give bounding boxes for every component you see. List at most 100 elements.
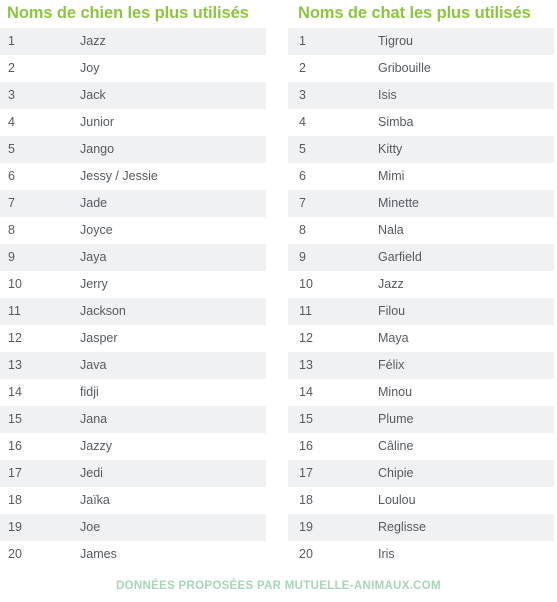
row-name: Filou: [378, 304, 406, 318]
row-name: Chipie: [378, 466, 414, 480]
row-rank: 11: [8, 304, 21, 318]
row-rank: 18: [8, 493, 22, 507]
footer: Données proposées par mutuelle-animaux.c…: [0, 570, 557, 602]
row-rank: 3: [299, 88, 306, 102]
row-name: Java: [80, 358, 107, 372]
table-row: 6 Mimi: [288, 163, 554, 190]
row-name: Jango: [80, 142, 115, 156]
row-name: Garfield: [378, 250, 422, 264]
table-row: 20 James: [0, 541, 266, 568]
row-name: Jazzy: [80, 439, 112, 453]
row-rank: 15: [8, 412, 22, 426]
row-rank: 5: [8, 142, 15, 156]
row-name: Jaya: [80, 250, 107, 264]
table-row: 13 Java: [0, 352, 266, 379]
row-rank: 2: [8, 61, 15, 75]
row-rank: 9: [299, 250, 306, 264]
dog-names-column: Noms de chien les plus utilisés 1 Jazz 2 Jo…: [0, 0, 266, 570]
row-rank: 10: [299, 277, 313, 291]
row-rank: 6: [299, 169, 306, 183]
row-rank: 15: [299, 412, 313, 426]
row-name: Iris: [378, 547, 395, 561]
row-rank: 7: [8, 196, 15, 210]
row-name: Maya: [378, 331, 409, 345]
table-row: 11 Jackson: [0, 298, 266, 325]
table-row: 4 Simba: [288, 109, 554, 136]
row-rank: 12: [299, 331, 313, 345]
table-row: 20 Iris: [288, 541, 554, 568]
table-row: 15 Jana: [0, 406, 266, 433]
row-name: Jerry: [80, 277, 108, 291]
table-row: 19 Reglisse: [288, 514, 554, 541]
row-name: Jasper: [80, 331, 118, 345]
row-name: James: [80, 547, 117, 561]
row-name: Jaïka: [80, 493, 110, 507]
cat-names-list: 1 Tigrou 2 Gribouille 3 Isis 4 Simba 5 Kitty 6 Mimi…: [288, 28, 554, 568]
row-name: Jack: [80, 88, 106, 102]
dog-names-list: 1 Jazz 2 Joy 3 Jack 4 Junior 5 Jango 6 Jessy / Jess…: [0, 28, 266, 568]
table-row: 17 Chipie: [288, 460, 554, 487]
table-row: 5 Kitty: [288, 136, 554, 163]
table-row: 13 Félix: [288, 352, 554, 379]
table-row: 4 Junior: [0, 109, 266, 136]
row-name: Jade: [80, 196, 108, 210]
row-rank: 16: [8, 439, 22, 453]
row-name: Plume: [378, 412, 414, 426]
table-row: 3 Isis: [288, 82, 554, 109]
row-rank: 4: [8, 115, 15, 129]
row-rank: 7: [299, 196, 306, 210]
table-row: 10 Jerry: [0, 271, 266, 298]
row-name: Câline: [378, 439, 414, 453]
row-name: Jana: [80, 412, 108, 426]
row-rank: 16: [299, 439, 313, 453]
table-row: 9 Garfield: [288, 244, 554, 271]
row-rank: 10: [8, 277, 22, 291]
table-row: 12 Maya: [288, 325, 554, 352]
table-row: 3 Jack: [0, 82, 266, 109]
row-name: Joe: [80, 520, 101, 534]
dog-names-title: Noms de chien les plus utilisés: [7, 4, 249, 22]
table-row: 7 Jade: [0, 190, 266, 217]
row-name: Isis: [378, 88, 397, 102]
column-gap: [266, 0, 288, 570]
row-rank: 18: [299, 493, 313, 507]
row-rank: 13: [8, 358, 22, 372]
row-name: Joy: [80, 61, 100, 75]
table-row: 2 Gribouille: [288, 55, 554, 82]
table-row: 18 Loulou: [288, 487, 554, 514]
row-rank: 17: [299, 466, 313, 480]
row-name: Félix: [378, 358, 405, 372]
cat-names-title: Noms de chat les plus utilisés: [298, 4, 531, 22]
table-row: 7 Minette: [288, 190, 554, 217]
infographic-page: Noms de chien les plus utilisés 1 Jazz 2 Jo…: [0, 0, 557, 602]
row-rank: 13: [299, 358, 313, 372]
row-rank: 8: [8, 223, 15, 237]
row-rank: 3: [8, 88, 15, 102]
table-row: 11 Filou: [288, 298, 554, 325]
row-name: Jazz: [378, 277, 404, 291]
table-row: 15 Plume: [288, 406, 554, 433]
table-row: 9 Jaya: [0, 244, 266, 271]
row-rank: 11: [299, 304, 312, 318]
row-rank: 20: [8, 547, 22, 561]
table-row: 14 fidji: [0, 379, 266, 406]
row-name: Minette: [378, 196, 419, 210]
cat-names-column: Noms de chat les plus utilisés 1 Tigrou 2 G…: [288, 0, 554, 570]
table-row: 16 Jazzy: [0, 433, 266, 460]
table-row: 1 Tigrou: [288, 28, 554, 55]
row-name: Jazz: [80, 34, 106, 48]
row-rank: 9: [8, 250, 15, 264]
row-rank: 2: [299, 61, 306, 75]
footer-credit: Données proposées par mutuelle-animaux.c…: [116, 580, 441, 592]
table-row: 1 Jazz: [0, 28, 266, 55]
table-row: 18 Jaïka: [0, 487, 266, 514]
row-name: Simba: [378, 115, 414, 129]
row-name: Gribouille: [378, 61, 431, 75]
row-rank: 5: [299, 142, 306, 156]
row-rank: 12: [8, 331, 22, 345]
row-rank: 4: [299, 115, 306, 129]
table-row: 14 Minou: [288, 379, 554, 406]
row-rank: 17: [8, 466, 22, 480]
row-rank: 20: [299, 547, 313, 561]
table-row: 17 Jedi: [0, 460, 266, 487]
